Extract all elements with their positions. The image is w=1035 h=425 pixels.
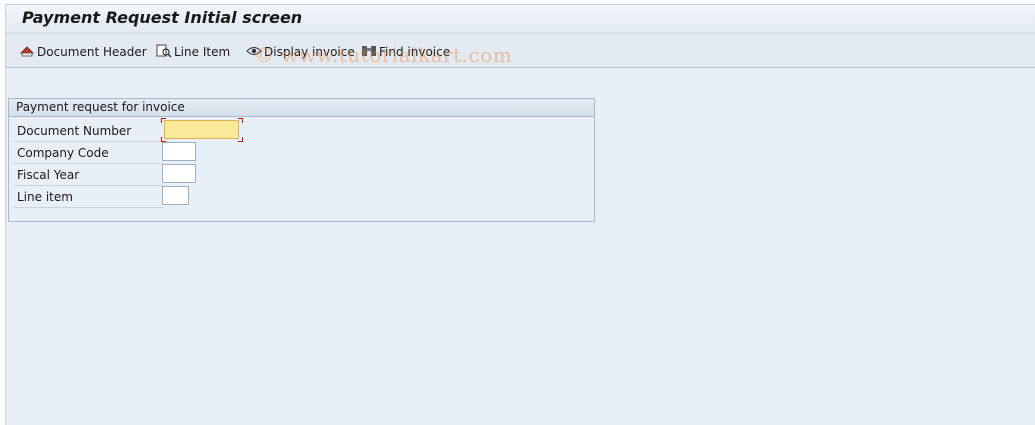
line-item-label: Line Item (174, 45, 231, 59)
document-header-label: Document Header (37, 45, 147, 59)
line-item-button[interactable]: Line Item (156, 43, 230, 61)
fiscal-year-label: Fiscal Year (17, 168, 80, 182)
focus-corner-tl (161, 118, 166, 123)
display-invoice-icon (246, 44, 264, 61)
display-invoice-label: Display invoice (264, 45, 355, 59)
document-number-label: Document Number (17, 124, 132, 138)
payment-request-group: Payment request for invoice Document Num… (8, 98, 595, 222)
group-title: Payment request for invoice (9, 99, 594, 117)
fiscal-year-row: Fiscal Year (13, 164, 163, 186)
line-item-field-label: Line item (17, 190, 73, 204)
document-number-field[interactable] (164, 120, 239, 139)
find-invoice-label: Find invoice (379, 45, 451, 59)
title-bar: Payment Request Initial screen (6, 5, 1035, 34)
company-code-field[interactable] (162, 142, 196, 161)
display-invoice-button[interactable]: Display invoice (246, 43, 355, 61)
document-header-icon (19, 44, 37, 61)
application-toolbar: Document Header Line Item Display invoic… (6, 34, 1035, 68)
find-invoice-button[interactable]: Find invoice (361, 43, 450, 61)
company-code-label: Company Code (17, 146, 109, 160)
line-item-field[interactable] (162, 186, 189, 205)
focus-corner-br (238, 137, 243, 142)
document-number-row: Document Number (13, 120, 163, 142)
line-item-icon (156, 44, 174, 61)
find-invoice-icon (361, 44, 379, 61)
fiscal-year-field[interactable] (162, 164, 196, 183)
page-title: Payment Request Initial screen (22, 8, 303, 27)
document-header-button[interactable]: Document Header (19, 43, 147, 61)
focus-corner-tr (238, 118, 243, 123)
line-item-row: Line item (13, 186, 163, 208)
company-code-row: Company Code (13, 142, 163, 164)
